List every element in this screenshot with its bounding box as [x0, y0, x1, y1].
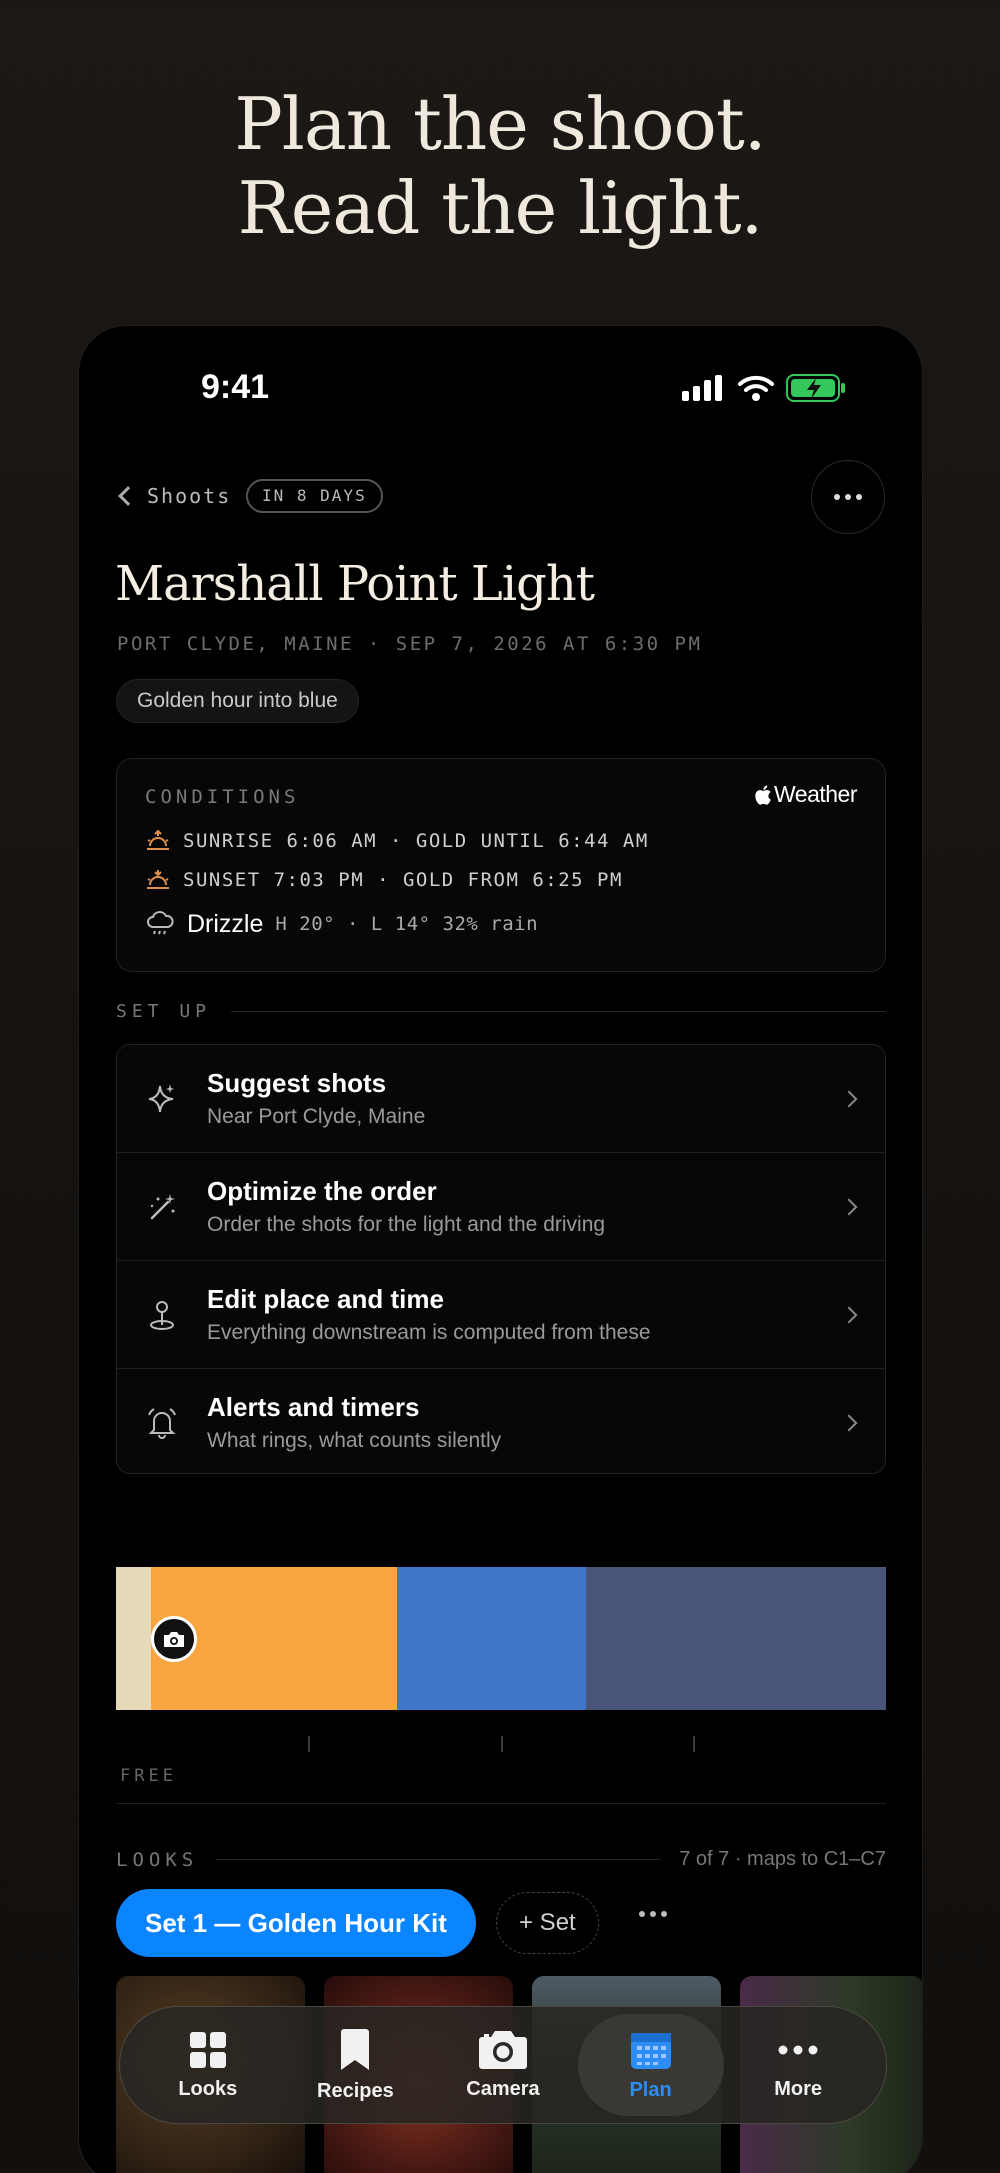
- tick: [693, 1736, 695, 1752]
- looks-section-header: LOOKS 7 of 7 · maps to C1–C7: [116, 1848, 886, 1871]
- timeline-segment-night: [585, 1567, 886, 1710]
- light-timeline[interactable]: [116, 1567, 886, 1710]
- set-chip-active[interactable]: Set 1 — Golden Hour Kit: [116, 1889, 476, 1957]
- status-time: 9:41: [201, 368, 270, 406]
- magic-wand-icon: [150, 1193, 175, 1219]
- weather-provider: Weather: [754, 781, 858, 808]
- ellipsis-icon: [778, 2045, 818, 2054]
- ellipsis-icon: [639, 1911, 645, 1917]
- status-icons: [682, 374, 846, 402]
- tab-label: Looks: [178, 2077, 238, 2100]
- conditions-label: CONDITIONS: [145, 786, 300, 808]
- sunrise-icon: [147, 829, 169, 850]
- tab-more[interactable]: More: [725, 2014, 871, 2116]
- days-badge: IN 8 DAYS: [246, 479, 383, 513]
- chevron-left-icon: [118, 486, 138, 506]
- cloud-drizzle-icon: [147, 911, 174, 935]
- looks-label: LOOKS: [116, 1848, 199, 1871]
- location-pin-icon: [150, 1300, 174, 1330]
- sunset-text: SUNSET 7:03 PM · GOLD FROM 6:25 PM: [183, 869, 623, 891]
- setup-item-subtitle: Order the shots for the light and the dr…: [207, 1213, 606, 1236]
- back-button[interactable]: Shoots: [117, 484, 231, 508]
- camera-icon: [164, 1632, 184, 1647]
- tab-label: Plan: [629, 2078, 672, 2101]
- timeline-marker[interactable]: [151, 1616, 197, 1662]
- setup-item-subtitle: What rings, what counts silently: [207, 1429, 502, 1452]
- looks-count: 7 of 7 · maps to C1–C7: [679, 1848, 886, 1870]
- setup-item-title: Optimize the order: [207, 1176, 437, 1206]
- weather-row: Drizzle H 20° · L 14° 32% rain: [145, 909, 538, 939]
- chevron-right-icon: [840, 1306, 858, 1323]
- divider: [231, 1011, 886, 1012]
- chevron-right-icon: [840, 1090, 858, 1107]
- setup-item-title: Alerts and timers: [207, 1392, 420, 1422]
- tab-recipes[interactable]: Recipes: [282, 2014, 428, 2116]
- mood-chip[interactable]: Golden hour into blue: [116, 679, 359, 723]
- set-more-button[interactable]: [639, 1911, 667, 1917]
- hero-line-2: Read the light.: [237, 166, 764, 250]
- sunset-row: SUNSET 7:03 PM · GOLD FROM 6:25 PM: [145, 868, 623, 892]
- tab-looks[interactable]: Looks: [135, 2014, 281, 2116]
- signal-icon: [682, 375, 722, 401]
- setup-item-alerts-timers[interactable]: Alerts and timers What rings, what counts…: [117, 1369, 885, 1473]
- conditions-card: CONDITIONS Weather SUNRISE 6:06 AM · GOL…: [116, 758, 886, 972]
- setup-list: Suggest shots Near Port Clyde, Maine Opti…: [116, 1044, 886, 1474]
- grid-icon: [189, 2031, 226, 2068]
- add-set-button[interactable]: + Set: [496, 1892, 599, 1954]
- setup-item-subtitle: Everything downstream is computed from t…: [207, 1321, 651, 1344]
- sparkle-icon: [148, 1083, 174, 1112]
- page-title: Marshall Point Light: [115, 556, 595, 612]
- shoot-subtitle: PORT CLYDE, MAINE · SEP 7, 2026 AT 6:30 …: [117, 633, 703, 655]
- setup-item-optimize-order[interactable]: Optimize the order Order the shots for th…: [117, 1153, 885, 1260]
- camera-icon: [478, 2030, 527, 2069]
- weather-provider-label: Weather: [773, 781, 858, 807]
- ellipsis-icon: [834, 494, 840, 500]
- tab-label: More: [774, 2077, 823, 2100]
- back-label: Shoots: [147, 484, 232, 508]
- more-options-button[interactable]: [811, 460, 885, 534]
- bell-icon: [148, 1407, 176, 1439]
- tab-bar: Looks Recipes Camera Plan More: [119, 2006, 887, 2124]
- hero-headline: Plan the shoot. Read the light.: [0, 82, 1000, 250]
- wifi-icon: [738, 375, 774, 401]
- setup-item-suggest-shots[interactable]: Suggest shots Near Port Clyde, Maine: [117, 1045, 885, 1152]
- bookmark-icon: [341, 2028, 370, 2070]
- setup-item-title: Edit place and time: [207, 1284, 444, 1314]
- tab-label: Recipes: [317, 2079, 394, 2102]
- hero-line-1: Plan the shoot.: [234, 82, 766, 166]
- timeline-ticks: [116, 1736, 886, 1752]
- chevron-right-icon: [840, 1198, 858, 1215]
- divider: [216, 1859, 662, 1860]
- setup-item-edit-place-time[interactable]: Edit place and time Everything downstream…: [117, 1261, 885, 1368]
- tab-plan[interactable]: Plan: [577, 2014, 724, 2116]
- setup-item-title: Suggest shots: [207, 1068, 387, 1098]
- sunset-icon: [147, 870, 169, 889]
- phone-screen: 9:41 Shoots IN 8 DAYS Marshall Point Lig…: [78, 325, 923, 2173]
- chevron-right-icon: [840, 1414, 858, 1431]
- setup-label: SET UP: [116, 1001, 212, 1022]
- divider: [116, 1803, 886, 1804]
- status-bar: 9:41: [79, 368, 922, 418]
- calendar-icon: [630, 2032, 671, 2069]
- tab-label: Camera: [466, 2077, 540, 2100]
- tick: [501, 1736, 503, 1752]
- timeline-segment-blue: [397, 1567, 586, 1710]
- weather-detail: H 20° · L 14° 32% rain: [275, 913, 539, 935]
- battery-icon: [786, 374, 845, 402]
- weather-condition: Drizzle: [187, 909, 264, 938]
- sunrise-row: SUNRISE 6:06 AM · GOLD UNTIL 6:44 AM: [145, 829, 649, 853]
- setup-section-header: SET UP: [116, 1001, 886, 1022]
- tick: [308, 1736, 310, 1752]
- timeline-segment-daylight: [116, 1567, 152, 1710]
- tab-camera[interactable]: Camera: [430, 2014, 576, 2116]
- sunrise-text: SUNRISE 6:06 AM · GOLD UNTIL 6:44 AM: [183, 830, 649, 852]
- free-label: FREE: [120, 1766, 177, 1786]
- setup-item-subtitle: Near Port Clyde, Maine: [207, 1105, 426, 1128]
- apple-logo-icon: [755, 784, 771, 805]
